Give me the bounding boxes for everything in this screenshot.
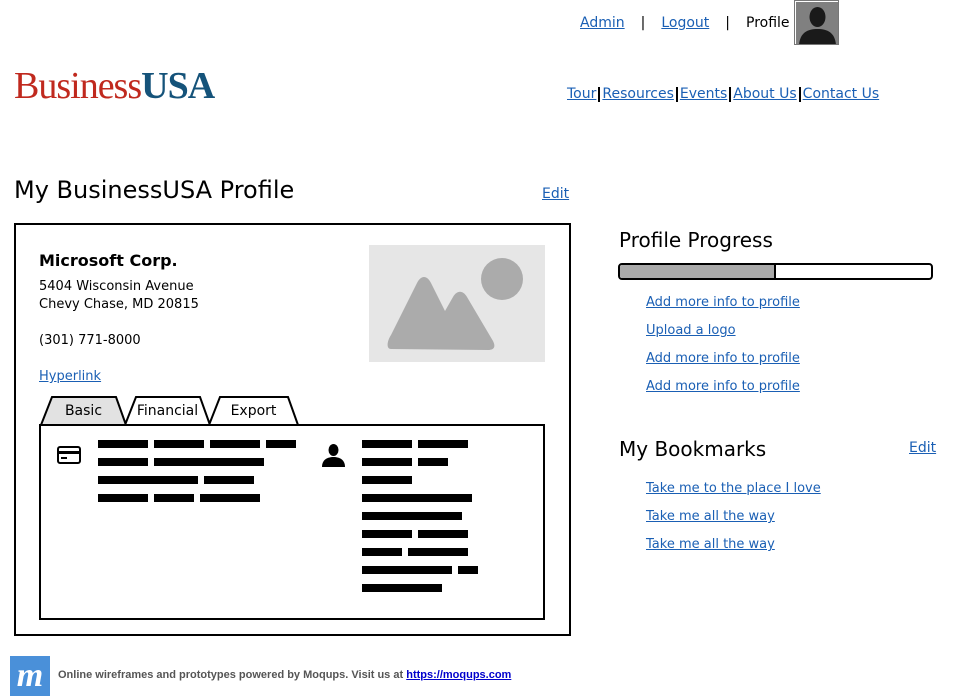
nav-divider bbox=[729, 86, 732, 102]
redacted-text bbox=[154, 458, 264, 466]
redacted-text bbox=[204, 476, 254, 484]
redacted-text bbox=[362, 548, 402, 556]
progress-link[interactable]: Upload a logo bbox=[646, 323, 736, 338]
nav-divider bbox=[798, 86, 801, 102]
redacted-text bbox=[98, 494, 148, 502]
footer-text: Online wireframes and prototypes powered… bbox=[58, 669, 512, 681]
nav-divider bbox=[675, 86, 678, 102]
profile-label[interactable]: Profile bbox=[746, 15, 790, 31]
redacted-text bbox=[362, 458, 412, 466]
redacted-text bbox=[408, 548, 468, 556]
logout-link[interactable]: Logout bbox=[661, 15, 709, 31]
redacted-text bbox=[98, 476, 198, 484]
tab-basic[interactable]: Basic bbox=[40, 396, 127, 426]
redacted-text bbox=[154, 440, 204, 448]
bookmark-link[interactable]: Take me to the place I love bbox=[646, 481, 821, 496]
tab-panel-basic bbox=[39, 424, 545, 620]
tab-financial[interactable]: Financial bbox=[124, 396, 211, 426]
admin-link[interactable]: Admin bbox=[580, 15, 625, 31]
page-title: My BusinessUSA Profile bbox=[14, 176, 295, 204]
nav-tour[interactable]: Tour bbox=[567, 86, 596, 102]
site-logo[interactable]: BusinessUSA bbox=[14, 64, 215, 108]
nav-about-us[interactable]: About Us bbox=[733, 86, 796, 102]
redacted-text bbox=[98, 458, 148, 466]
company-hyperlink[interactable]: Hyperlink bbox=[39, 369, 101, 384]
company-name: Microsoft Corp. bbox=[39, 251, 178, 270]
profile-progress-title: Profile Progress bbox=[619, 228, 773, 252]
address-line-2: Chevy Chase, MD 20815 bbox=[39, 297, 199, 312]
separator: | bbox=[725, 15, 730, 31]
tab-export[interactable]: Export bbox=[208, 396, 299, 426]
bookmark-link[interactable]: Take me all the way bbox=[646, 537, 775, 552]
user-avatar-icon[interactable] bbox=[794, 0, 839, 45]
moqups-link[interactable]: https://moqups.com bbox=[406, 669, 511, 681]
redacted-text bbox=[362, 566, 452, 574]
person-icon bbox=[321, 443, 346, 468]
redacted-text bbox=[210, 440, 260, 448]
nav-events[interactable]: Events bbox=[680, 86, 727, 102]
progress-link[interactable]: Add more info to profile bbox=[646, 295, 800, 310]
user-bar: Admin | Logout | Profile bbox=[580, 13, 790, 33]
redacted-text bbox=[266, 440, 296, 448]
phone-number: (301) 771-8000 bbox=[39, 333, 141, 348]
credit-card-icon bbox=[57, 446, 81, 464]
edit-profile-link[interactable]: Edit bbox=[542, 186, 569, 202]
address-line-1: 5404 Wisconsin Avenue bbox=[39, 279, 194, 294]
profile-progress-bar bbox=[618, 263, 933, 280]
redacted-text bbox=[362, 440, 412, 448]
bookmark-link[interactable]: Take me all the way bbox=[646, 509, 775, 524]
nav-resources[interactable]: Resources bbox=[602, 86, 674, 102]
image-placeholder-icon bbox=[369, 245, 545, 362]
redacted-text bbox=[418, 440, 468, 448]
progress-link[interactable]: Add more info to profile bbox=[646, 351, 800, 366]
progress-fill bbox=[620, 265, 776, 278]
separator: | bbox=[640, 15, 646, 31]
redacted-text bbox=[458, 566, 478, 574]
redacted-text bbox=[154, 494, 194, 502]
redacted-text bbox=[418, 458, 448, 466]
redacted-text bbox=[362, 512, 462, 520]
moqups-logo[interactable]: m bbox=[10, 656, 50, 696]
redacted-text bbox=[362, 494, 472, 502]
redacted-text bbox=[98, 440, 148, 448]
nav-contact-us[interactable]: Contact Us bbox=[803, 86, 879, 102]
bookmarks-title: My Bookmarks bbox=[619, 437, 767, 461]
redacted-text bbox=[362, 530, 412, 538]
edit-bookmarks-link[interactable]: Edit bbox=[909, 440, 936, 456]
progress-link[interactable]: Add more info to profile bbox=[646, 379, 800, 394]
main-nav: Tour Resources Events About Us Contact U… bbox=[567, 86, 879, 102]
redacted-text bbox=[362, 584, 442, 592]
redacted-text bbox=[418, 530, 468, 538]
redacted-text bbox=[200, 494, 260, 502]
nav-divider bbox=[598, 86, 601, 102]
redacted-text bbox=[362, 476, 412, 484]
